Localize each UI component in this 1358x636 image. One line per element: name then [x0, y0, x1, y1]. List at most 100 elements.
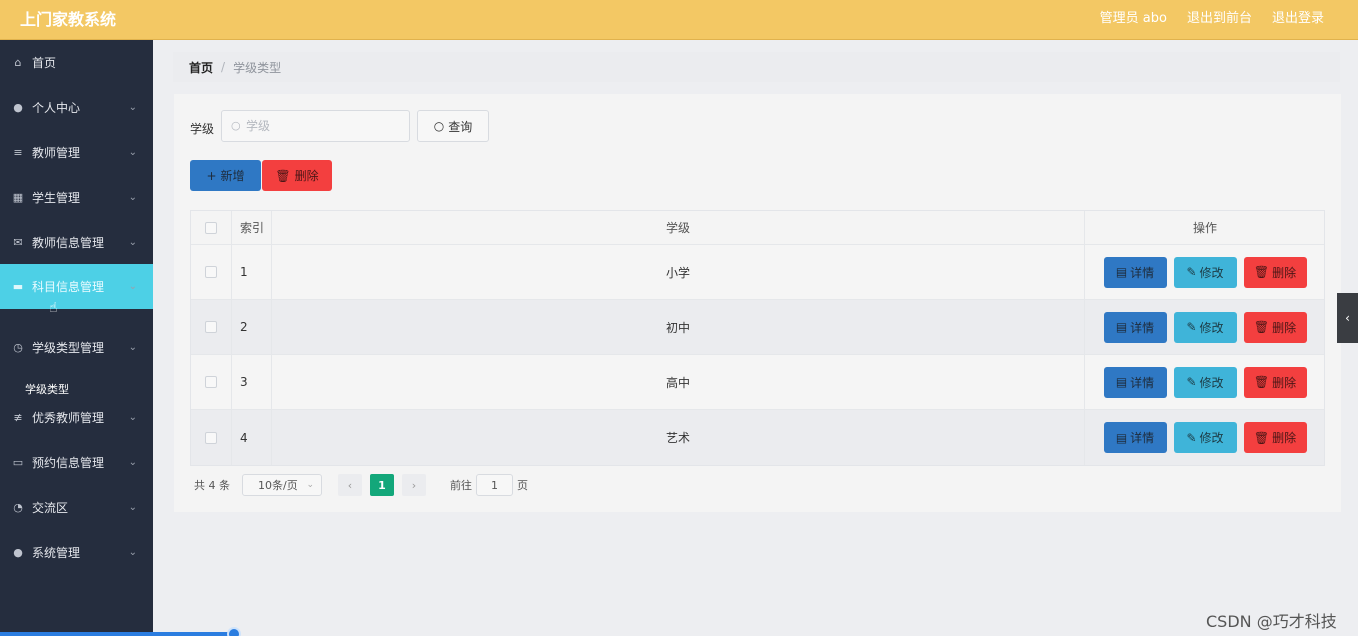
sidebar-item-grade-types[interactable]: ◷ 学级类型管理 ⌄	[0, 325, 153, 370]
query-button-label: 查询	[448, 119, 473, 134]
edit-button-label: 修改	[1199, 431, 1224, 445]
add-button[interactable]: + 新增	[190, 160, 261, 191]
row-checkbox[interactable]	[205, 266, 217, 278]
sidebar-item-subjects[interactable]: ▬ 科目信息管理 ⌄	[0, 264, 153, 309]
sidebar-item-forum[interactable]: ◔ 交流区 ⌄	[0, 485, 153, 530]
table-row: 4 艺术 ▤ 详情 ✎ 修改 🗑 删除	[191, 410, 1324, 465]
goto-suffix: 页	[517, 479, 528, 492]
sidebar-item-label: 教师管理	[32, 146, 81, 160]
column-header-actions: 操作	[1192, 221, 1217, 235]
detail-button[interactable]: ▤ 详情	[1103, 422, 1167, 453]
sidebar-item-label: 科目信息管理	[32, 280, 105, 294]
sidebar-item-profile[interactable]: ● 个人中心 ⌄	[0, 85, 153, 130]
sidebar-item-label: 系统管理	[32, 546, 81, 560]
edit-button[interactable]: ✎ 修改	[1173, 311, 1237, 343]
row-index: 4	[232, 410, 272, 465]
bulb-icon: ●	[13, 546, 23, 559]
home-icon: ⌂	[14, 56, 22, 69]
pagination-total: 共 4 条	[194, 479, 230, 492]
trash-icon: 🗑	[1253, 320, 1270, 334]
sidebar-item-students[interactable]: ▦ 学生管理 ⌄	[0, 175, 153, 220]
search-field[interactable]: ○	[221, 110, 410, 142]
search-input[interactable]	[246, 117, 396, 135]
edit-button[interactable]: ✎ 修改	[1173, 422, 1237, 453]
goto-page-input[interactable]: 1	[476, 474, 513, 496]
chevron-down-icon: ⌄	[128, 102, 137, 113]
progress-handle[interactable]	[227, 627, 241, 636]
app-title: 上门家教系统	[20, 10, 117, 29]
edit-button-label: 修改	[1199, 375, 1224, 390]
batch-delete-button[interactable]: 🗑 删除	[262, 160, 332, 191]
collapse-panel-tab[interactable]: ‹	[1337, 293, 1358, 343]
sidebar-item-label: 教师信息管理	[32, 236, 105, 250]
page-size-select[interactable]: 10条/页 ⌄	[242, 474, 322, 496]
sidebar-item-system[interactable]: ● 系统管理 ⌄	[0, 530, 153, 575]
document-icon: ▤	[1115, 265, 1128, 279]
row-index: 2	[232, 300, 272, 354]
detail-button[interactable]: ▤ 详情	[1103, 366, 1167, 398]
delete-button[interactable]: 🗑 删除	[1243, 422, 1307, 453]
sidebar-item-home[interactable]: ⌂ 首页	[0, 40, 153, 85]
document-icon: ▤	[1115, 320, 1128, 334]
row-checkbox[interactable]	[205, 321, 217, 333]
next-page-button[interactable]: ›	[402, 474, 426, 496]
delete-button-label: 删除	[1272, 375, 1297, 390]
search-icon: ○	[231, 119, 241, 132]
search-label: 学级	[190, 122, 215, 136]
row-checkbox[interactable]	[205, 376, 217, 388]
pencil-icon: ✎	[1186, 265, 1197, 279]
detail-button[interactable]: ▤ 详情	[1103, 311, 1167, 343]
trash-icon: 🗑	[1253, 430, 1270, 445]
chevron-down-icon: ⌄	[128, 147, 137, 158]
header-checkbox-cell	[191, 211, 232, 244]
sidebar-item-bookings[interactable]: ▭ 预约信息管理 ⌄	[0, 440, 153, 485]
grade-table: 索引 学级 操作 1 小学 ▤ 详情 ✎ 修改 🗑 删除 2 初中 ▤ 详情 ✎…	[190, 210, 1325, 466]
sidebar-item-label: 学级类型管理	[32, 341, 105, 355]
chevron-down-icon: ⌄	[128, 412, 137, 423]
sidebar-item-top-teachers[interactable]: ≢ 优秀教师管理 ⌄	[0, 395, 153, 440]
pencil-icon: ✎	[1186, 320, 1197, 334]
trash-icon: 🗑	[1253, 265, 1270, 279]
edit-button-label: 修改	[1199, 320, 1224, 335]
page-number-current[interactable]: 1	[370, 474, 394, 496]
row-grade: 初中	[272, 300, 1085, 354]
delete-button-label: 删除	[1272, 265, 1297, 280]
main-content: 首页 / 学级类型 学级 ○ ○ 查询 + 新增 🗑 删除 索引 学级 操作	[153, 40, 1358, 636]
back-to-front-link[interactable]: 退出到前台	[1187, 7, 1252, 26]
admin-user-label: 管理员 abo	[1099, 11, 1167, 26]
row-checkbox[interactable]	[205, 431, 217, 444]
delete-button[interactable]: 🗑 删除	[1243, 311, 1307, 343]
edit-button[interactable]: ✎ 修改	[1173, 256, 1237, 288]
delete-button[interactable]: 🗑 删除	[1243, 366, 1307, 398]
goto-prefix: 前往	[450, 479, 472, 492]
chevron-down-icon: ⌄	[306, 480, 314, 490]
breadcrumb-home[interactable]: 首页	[189, 59, 213, 76]
row-checkbox-cell	[191, 300, 232, 354]
delete-button[interactable]: 🗑 删除	[1243, 256, 1307, 288]
table-row: 1 小学 ▤ 详情 ✎ 修改 🗑 删除	[191, 245, 1324, 300]
prev-page-button[interactable]: ‹	[338, 474, 362, 496]
detail-button-label: 详情	[1130, 375, 1155, 390]
pencil-icon: ✎	[1186, 375, 1197, 389]
sidebar-item-teachers[interactable]: ≡ 教师管理 ⌄	[0, 130, 153, 175]
edit-button[interactable]: ✎ 修改	[1173, 366, 1237, 398]
sidebar-item-teacher-info[interactable]: ✉ 教师信息管理 ⌄	[0, 220, 153, 265]
row-actions: ▤ 详情 ✎ 修改 🗑 删除	[1085, 245, 1325, 299]
document-icon: ▤	[1115, 430, 1128, 445]
chevron-down-icon: ⌄	[128, 457, 137, 468]
header-actions: 管理员 abo 退出到前台 退出登录	[1100, 7, 1324, 26]
row-index: 3	[232, 355, 272, 409]
table-header: 索引 学级 操作	[191, 211, 1324, 245]
detail-button[interactable]: ▤ 详情	[1103, 256, 1167, 288]
column-header-index: 索引	[232, 211, 272, 244]
select-all-checkbox[interactable]	[205, 221, 217, 234]
query-button[interactable]: ○ 查询	[417, 110, 489, 142]
row-index: 1	[232, 245, 272, 299]
mail-icon: ✉	[13, 236, 23, 249]
breadcrumb-current: 学级类型	[233, 60, 282, 75]
chat-icon: ▬	[12, 280, 24, 293]
logout-link[interactable]: 退出登录	[1272, 7, 1324, 26]
list-icon: ≡	[13, 146, 23, 159]
sidebar-item-label: 优秀教师管理	[32, 411, 105, 425]
row-checkbox-cell	[191, 355, 232, 409]
